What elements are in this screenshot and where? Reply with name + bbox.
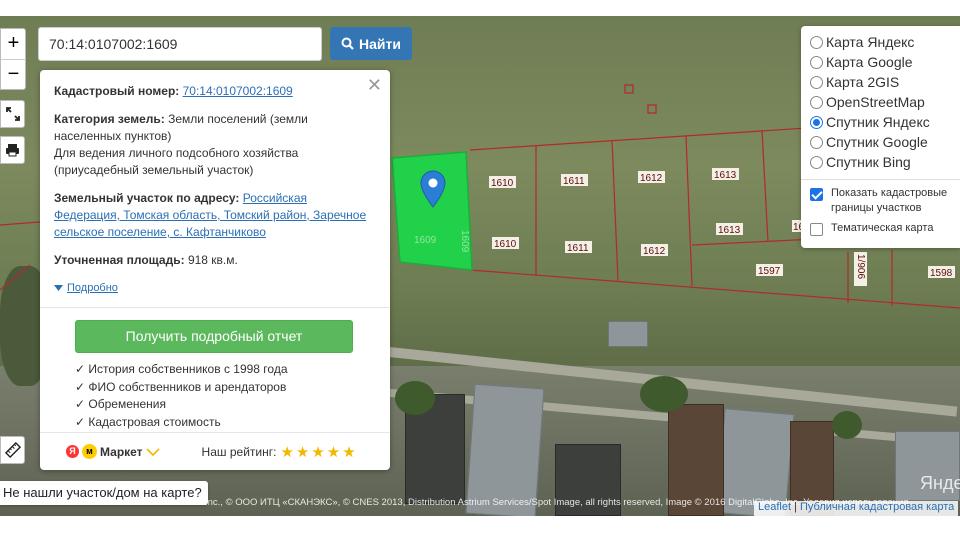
radio-icon	[810, 135, 823, 149]
pkk-link[interactable]: Публичная кадастровая карта	[800, 501, 954, 513]
svg-text:1598: 1598	[930, 268, 953, 279]
area-label: Уточненная площадь:	[54, 253, 185, 267]
search-icon	[341, 37, 354, 50]
fullscreen-button[interactable]	[0, 100, 25, 128]
feature-item: ✓ Кадастровая стоимость	[75, 414, 221, 429]
parcel-label: 1598	[928, 266, 955, 279]
svg-text:1612: 1612	[643, 246, 666, 257]
yandex-logo-icon: Я	[66, 445, 79, 458]
leaflet-link[interactable]: Leaflet	[758, 501, 791, 513]
ruler-icon	[4, 442, 21, 458]
area-value: 918 кв.м.	[187, 253, 238, 267]
parcel-info-popup: ✕ Кадастровый номер: 70:14:0107002:1609 …	[40, 70, 390, 470]
parcel-label: 1610	[492, 237, 519, 250]
caret-down-icon	[54, 285, 63, 291]
radio-icon	[810, 55, 823, 69]
overlay-thematic-toggle[interactable]: Тематическая карта	[810, 221, 960, 236]
rating-stars: ★★★★★	[280, 443, 358, 461]
details-toggle[interactable]: Подробно	[54, 282, 118, 294]
search-button-label: Найти	[359, 35, 401, 52]
search-button[interactable]: Найти	[330, 27, 412, 60]
layer-option-2gis-map[interactable]: Карта 2GIS	[810, 72, 960, 92]
parcel-label: 1613	[712, 168, 739, 181]
details-label: Подробно	[67, 282, 118, 294]
parcel-label: 1612	[638, 171, 665, 184]
report-features-list: ✓ История собственников с 1998 года ✓ ФИ…	[75, 361, 355, 431]
feature-item: ✓ ФИО собственников и арендаторов	[75, 379, 287, 394]
land-category-row: Категория земель: Земли поселений (земли…	[54, 111, 376, 179]
print-button[interactable]	[0, 136, 25, 164]
printer-icon	[6, 144, 19, 157]
yandex-market-badge[interactable]: Я м Маркет	[66, 444, 160, 459]
parcel-label: 1610	[489, 176, 516, 189]
layer-option-yandex-map[interactable]: Карта Яндекс	[810, 32, 960, 52]
parcel-label: 1609	[414, 235, 437, 246]
feature-item: ✓ Обременения	[75, 397, 166, 411]
divider	[40, 307, 390, 308]
radio-selected-icon	[810, 115, 823, 129]
svg-text:1/906: 1/906	[855, 254, 866, 279]
radio-icon	[810, 95, 823, 109]
cadastral-number-link[interactable]: 70:14:0107002:1609	[183, 84, 293, 98]
checkbox-icon	[810, 223, 823, 236]
area-row: Уточненная площадь: 918 кв.м.	[54, 252, 376, 269]
zoom-control: + −	[0, 28, 26, 90]
attribution-separator: |	[794, 501, 797, 513]
svg-text:1610: 1610	[491, 178, 514, 189]
market-label: Маркет	[100, 444, 143, 459]
feature-item: ✓ История собственников с 1998 года	[75, 362, 288, 376]
close-icon[interactable]: ✕	[367, 75, 382, 96]
checkbox-checked-icon	[810, 188, 823, 201]
svg-text:1597: 1597	[758, 266, 781, 277]
not-found-link[interactable]: Не нашли участок/дом на карте?	[0, 481, 208, 505]
fullscreen-icon	[5, 107, 20, 121]
chevron-down-icon	[145, 447, 160, 456]
land-usage-value: Для ведения личного подсобного хозяйства…	[54, 146, 299, 177]
cadastral-number-label: Кадастровый номер:	[54, 84, 180, 98]
parcel-label: 1611	[561, 174, 588, 187]
leaflet-attribution: Leaflet | Публичная кадастровая карта	[754, 501, 959, 516]
cadastral-search-input[interactable]	[38, 27, 322, 61]
layer-switcher: Карта Яндекс Карта Google Карта 2GIS Ope…	[801, 26, 960, 248]
yandex-watermark: Янде	[920, 473, 960, 493]
get-report-button[interactable]: Получить подробный отчет	[75, 320, 353, 353]
layer-option-google-map[interactable]: Карта Google	[810, 52, 960, 72]
parcel-label: 1609	[459, 230, 470, 253]
cadastral-number-row: Кадастровый номер: 70:14:0107002:1609	[54, 83, 376, 100]
layer-option-yandex-satellite[interactable]: Спутник Яндекс	[810, 112, 960, 132]
zoom-out-button[interactable]: −	[1, 59, 26, 89]
selected-parcel[interactable]	[391, 151, 473, 271]
address-row: Земельный участок по адресу: Российская …	[54, 190, 376, 241]
zoom-in-button[interactable]: +	[1, 29, 26, 59]
rating-label: Наш рейтинг:	[201, 444, 277, 459]
land-category-label: Категория земель:	[54, 112, 165, 126]
svg-text:1613: 1613	[718, 225, 741, 236]
overlay-cadastral-toggle[interactable]: Показать кадастровые границы участков	[810, 186, 960, 216]
svg-text:1611: 1611	[563, 176, 585, 187]
svg-text:1612: 1612	[640, 173, 663, 184]
layer-option-bing-satellite[interactable]: Спутник Bing	[810, 152, 960, 172]
layer-option-google-satellite[interactable]: Спутник Google	[810, 132, 960, 152]
ruler-button[interactable]	[0, 436, 25, 464]
divider	[801, 179, 960, 180]
parcel-label: 1612	[641, 244, 668, 257]
radio-icon	[810, 75, 823, 89]
layer-option-osm[interactable]: OpenStreetMap	[810, 92, 960, 112]
parcel-label: 1613	[716, 223, 743, 236]
svg-text:1610: 1610	[494, 239, 517, 250]
parcel-label: 1611	[565, 241, 592, 254]
svg-text:1613: 1613	[714, 170, 737, 181]
radio-icon	[810, 155, 823, 169]
svg-text:1611: 1611	[567, 243, 589, 254]
market-logo-icon: м	[82, 444, 97, 459]
rating-footer: Я м Маркет Наш рейтинг: ★★★★★	[40, 432, 390, 470]
address-label: Земельный участок по адресу:	[54, 191, 240, 205]
parcel-label: 1597	[756, 264, 783, 277]
parcel-label: 1/906	[854, 252, 867, 286]
radio-icon	[810, 35, 823, 49]
